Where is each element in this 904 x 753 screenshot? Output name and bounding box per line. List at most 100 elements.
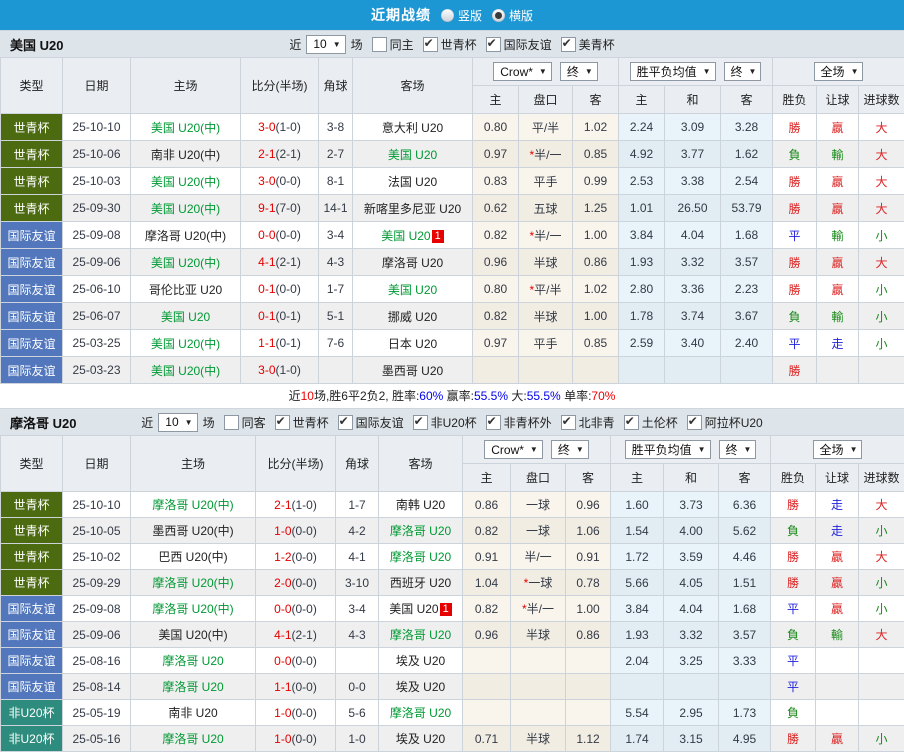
- mean-draw-cell: 3.38: [664, 167, 721, 195]
- vertical-layout-radio[interactable]: [440, 8, 454, 22]
- match-date-cell: 25-05-19: [62, 699, 131, 726]
- scope-select-group: 全场 ▼: [772, 57, 904, 86]
- chevron-down-icon: ▼: [332, 39, 341, 49]
- away-team-name: 日本 U20: [387, 336, 438, 351]
- away-team-cell: 美国 U20: [352, 140, 473, 168]
- mean-draw-cell: 4.00: [663, 517, 719, 544]
- cup-checkbox[interactable]: [485, 414, 501, 430]
- away-team-name: 摩洛哥 U20: [389, 628, 452, 642]
- away-team-name: 摩洛哥 U20: [389, 706, 452, 720]
- col-header-score: 比分(半场): [240, 57, 319, 114]
- odds-handicap-cell: 一球: [510, 517, 566, 544]
- table-head: 类型 日期 主场 比分(半场) 角球 客场 Crow* ▼ 终 ▼ 胜平负均值 ▼ 终 ▼ 全场 ▼ 主盘口客主…: [0, 57, 904, 114]
- match-row: 非U20杯 25-05-16 摩洛哥 U20 1-0(0-0) 1-0 埃及 U20 0.7…: [0, 725, 904, 752]
- result-wdl-cell: 勝: [772, 356, 818, 384]
- result-wdl-cell: 勝: [772, 248, 818, 276]
- match-row: 国际友谊 25-06-07 美国 U20 0-1(0-1) 5-1 挪威 U20 0.82 半…: [0, 302, 904, 330]
- odds-home-cell: 0.82: [472, 302, 519, 330]
- horizontal-layout-radio[interactable]: [492, 8, 505, 22]
- result-handicap-cell: 輸: [815, 621, 860, 648]
- cup-checkbox[interactable]: [422, 36, 438, 52]
- home-team-name: 美国 U20(中): [158, 628, 228, 642]
- vertical-layout-label[interactable]: 竖版: [458, 7, 482, 24]
- topbar: 近期战绩 竖版 横版: [0, 0, 904, 30]
- cup-checkbox[interactable]: [337, 414, 353, 430]
- score-cell: 1-0(0-0): [255, 517, 336, 544]
- fulltime-score: 3-0: [258, 120, 276, 134]
- odds-stage-select[interactable]: 终 ▼: [559, 61, 598, 81]
- cup-checkbox[interactable]: [623, 414, 639, 430]
- odds-handicap-cell: *一球: [510, 569, 566, 596]
- cup-checkbox[interactable]: [485, 36, 501, 52]
- match-date-cell: 25-09-29: [62, 569, 131, 596]
- corner-cell: 3-8: [318, 113, 353, 141]
- score-cell: 1-0(0-0): [255, 699, 336, 726]
- home-team-name: 美国 U20(中): [150, 201, 221, 216]
- odds-handicap-cell: *半/一: [518, 140, 573, 168]
- mean-odds-select[interactable]: 胜平负均值 ▼: [629, 62, 716, 81]
- same-venue-checkbox[interactable]: [223, 414, 239, 430]
- away-team-name: 摩洛哥 U20: [381, 255, 444, 270]
- mean-draw-cell: 3.59: [663, 543, 719, 570]
- odds-company-select[interactable]: Crow* ▼: [493, 62, 552, 82]
- mean-away-cell: [719, 356, 774, 384]
- result-handicap-cell: 贏: [815, 725, 860, 752]
- sub-header-result-goals: 进球数: [858, 463, 904, 492]
- mean-away-cell: 2.40: [719, 329, 774, 357]
- corner-cell: 7-6: [318, 329, 353, 357]
- match-count-select[interactable]: 10 ▼: [158, 412, 198, 432]
- horizontal-layout-label[interactable]: 横版: [509, 7, 533, 24]
- filter-bar: 近 10 ▼ 场 同客 世青杯 国际友谊 非U20杯 非青杯外 北非青 土伦杯 阿拉杯U20: [140, 412, 763, 432]
- away-team-cell: 新喀里多尼亚 U20: [352, 194, 473, 222]
- scope-select[interactable]: 全场 ▼: [813, 62, 864, 81]
- mean-stage-select[interactable]: 终 ▼: [723, 62, 762, 81]
- match-count-select[interactable]: 10 ▼: [306, 34, 346, 54]
- cup-checkbox[interactable]: [686, 414, 702, 430]
- cup-checkbox[interactable]: [274, 414, 290, 430]
- near-label: 近: [141, 415, 154, 430]
- matches-table: 类型 日期 主场 比分(半场) 角球 客场 Crow* ▼ 终 ▼ 胜平负均值 ▼ 终 ▼ 全场 ▼ 主盘口客主…: [0, 435, 904, 752]
- same-venue-checkbox[interactable]: [371, 36, 387, 52]
- mean-draw-cell: 2.95: [663, 699, 719, 726]
- summary-segment: 10: [300, 389, 314, 403]
- mean-odds-select[interactable]: 胜平负均值 ▼: [624, 440, 711, 459]
- match-type-cell: 国际友谊: [0, 621, 63, 648]
- odds-stage-select[interactable]: 终 ▼: [550, 439, 589, 459]
- section-morocco-u20: 摩洛哥 U20 近10▼场同客世青杯国际友谊非U20杯非青杯外北非青土伦杯阿拉杯…: [0, 408, 904, 752]
- odds-home-cell: 0.62: [472, 194, 519, 222]
- mean-draw-cell: 3.32: [664, 248, 721, 276]
- result-goals-cell: 大: [858, 543, 904, 570]
- fulltime-score: 0-1: [258, 282, 276, 296]
- score-cell: 1-1(0-1): [240, 329, 319, 357]
- result-goals-cell: [858, 673, 904, 700]
- fulltime-score: 9-1: [258, 201, 276, 215]
- odds-away-cell: 0.78: [565, 569, 611, 596]
- corner-cell: 4-3: [318, 248, 353, 276]
- home-team-cell: 南非 U20: [130, 699, 256, 726]
- scope-select[interactable]: 全场 ▼: [812, 440, 863, 459]
- cup-checkbox[interactable]: [412, 414, 428, 430]
- corner-cell: 4-1: [335, 543, 379, 570]
- mean-away-cell: [717, 673, 772, 700]
- result-goals-cell: 小: [858, 595, 904, 622]
- cup-checkbox[interactable]: [560, 36, 576, 52]
- mean-stage-select[interactable]: 终 ▼: [718, 440, 757, 459]
- odds-away-cell: [565, 647, 611, 674]
- rank-badge: 1: [431, 229, 444, 243]
- mean-draw-cell: 3.15: [663, 725, 719, 752]
- away-team-cell: 西班牙 U20: [378, 569, 463, 596]
- match-date-cell: 25-09-06: [62, 621, 131, 648]
- fulltime-score: 0-0: [258, 228, 276, 242]
- mean-home-cell: 1.54: [610, 517, 664, 544]
- odds-company-select[interactable]: Crow* ▼: [484, 440, 543, 460]
- result-goals-cell: 大: [858, 621, 904, 648]
- result-handicap-cell: [815, 673, 860, 700]
- cup-checkbox[interactable]: [560, 414, 576, 430]
- result-wdl-cell: 勝: [770, 569, 817, 596]
- halftime-score: (2-1): [291, 627, 317, 642]
- section-header: 摩洛哥 U20 近 10 ▼ 场 同客 世青杯 国际友谊 非U20杯 非青杯外 北非青 土伦杯 阿拉杯…: [0, 408, 904, 435]
- cup-label: 阿拉杯U20: [704, 415, 763, 430]
- match-date-cell: 25-06-07: [62, 302, 131, 330]
- score-cell: 0-1(0-0): [240, 275, 319, 303]
- match-type-cell: 国际友谊: [0, 673, 63, 700]
